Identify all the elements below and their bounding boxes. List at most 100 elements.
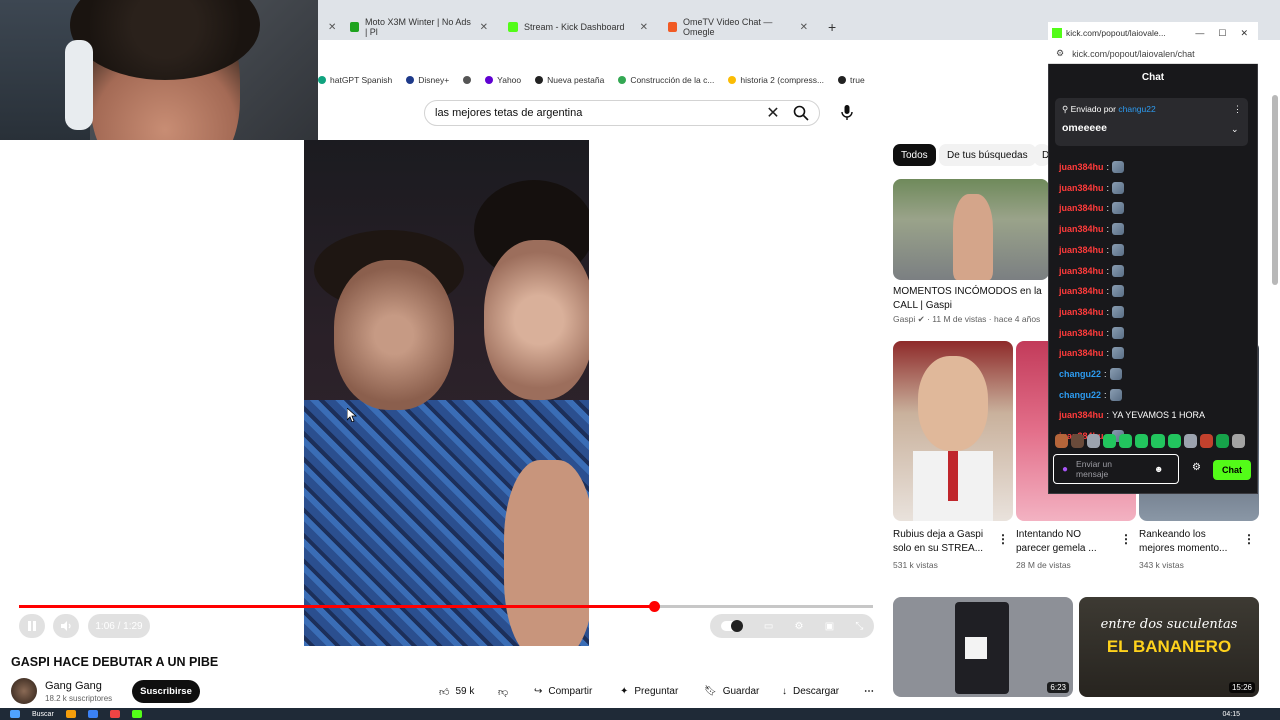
close-icon[interactable]: ✕ xyxy=(640,22,648,33)
channel-avatar[interactable] xyxy=(11,678,37,704)
chat-username[interactable]: juan384hu xyxy=(1059,266,1104,276)
dislike-button[interactable]: 👎︎ xyxy=(492,680,514,703)
subtitles-icon[interactable]: ▭ xyxy=(764,621,773,632)
tab-moto-x3m[interactable]: Moto X3M Winter | No Ads | Pl ✕ xyxy=(340,14,498,40)
chevron-down-icon[interactable]: ⌄ xyxy=(1231,124,1239,135)
recommendation-thumbnail[interactable] xyxy=(893,341,1013,521)
bookmark-item[interactable]: Construcción de la c... xyxy=(618,75,714,85)
fullscreen-icon[interactable]: ⤡ xyxy=(855,621,863,632)
taskbar-search[interactable]: Buscar xyxy=(32,711,54,718)
chip-all[interactable]: Todos xyxy=(893,144,936,166)
chat-username[interactable]: juan384hu xyxy=(1059,410,1104,420)
chat-message: changu22: xyxy=(1059,388,1122,402)
chat-username[interactable]: juan384hu xyxy=(1059,328,1104,338)
share-button[interactable]: ↪ Compartir xyxy=(528,680,598,703)
settings-gear-icon[interactable]: ⚙ xyxy=(795,621,804,632)
chat-settings-gear-icon[interactable]: ⚙ xyxy=(1192,462,1201,473)
download-icon: ↓ xyxy=(782,686,787,697)
chat-username[interactable]: changu22 xyxy=(1059,369,1101,379)
app-icon[interactable] xyxy=(109,710,120,718)
chat-username[interactable]: juan384hu xyxy=(1059,183,1104,193)
chat-username[interactable]: juan384hu xyxy=(1059,203,1104,213)
emote-icon[interactable] xyxy=(1119,434,1133,448)
channel-name[interactable]: Gang Gang xyxy=(45,680,102,692)
emoji-icon[interactable]: ☻ xyxy=(1154,464,1163,474)
bookmark-item[interactable]: Nueva pestaña xyxy=(535,75,604,85)
save-button[interactable]: 🔖︎ Guardar xyxy=(698,680,765,703)
more-vert-icon[interactable]: ⋮ xyxy=(997,532,1009,546)
bookmark-item[interactable]: Disney+ xyxy=(406,75,449,85)
new-tab-button[interactable]: + xyxy=(818,14,842,40)
emote-icon[interactable] xyxy=(1103,434,1117,448)
chat-username[interactable]: juan384hu xyxy=(1059,307,1104,317)
chip-from-searches[interactable]: De tus búsquedas xyxy=(939,144,1036,166)
more-vert-icon[interactable]: ⋮ xyxy=(1243,532,1255,546)
recommendation-title[interactable]: MOMENTOS INCÓMODOS en la CALL | Gaspi xyxy=(893,285,1049,313)
emote-icon[interactable] xyxy=(1215,434,1229,448)
emote-icon[interactable] xyxy=(1183,434,1197,448)
recommendation-thumbnail[interactable]: 6:23 xyxy=(893,597,1073,697)
bookmark-item[interactable] xyxy=(463,76,472,84)
clear-icon[interactable]: ✕ xyxy=(763,103,783,123)
maximize-icon[interactable]: ☐ xyxy=(1218,28,1226,39)
tab-ometv[interactable]: OmeTV Video Chat — Omegle ✕ xyxy=(658,14,818,40)
search-button[interactable] xyxy=(783,101,819,125)
chat-username[interactable]: juan384hu xyxy=(1059,348,1104,358)
more-vert-icon[interactable]: ⋮ xyxy=(1120,532,1132,546)
app-icon[interactable] xyxy=(87,710,98,718)
bookmark-item[interactable]: true xyxy=(838,75,865,85)
search-box[interactable]: las mejores tetas de argentina ✕ xyxy=(424,100,820,126)
recommendation-title[interactable]: Rubius deja a Gaspi solo en su STREA... xyxy=(893,528,993,556)
app-icon[interactable] xyxy=(65,710,76,718)
ask-button[interactable]: ✦ Preguntar xyxy=(614,680,684,703)
minimize-icon[interactable]: — xyxy=(1195,28,1204,39)
emote-icon[interactable] xyxy=(1135,434,1149,448)
recommendation-title[interactable]: Intentando NO parecer gemela ... xyxy=(1016,528,1116,556)
pause-button[interactable] xyxy=(19,614,45,638)
emote-icon[interactable] xyxy=(1151,434,1165,448)
site-settings-icon[interactable]: ⚙ xyxy=(1056,48,1064,59)
tab-kick-dashboard[interactable]: Stream - Kick Dashboard ✕ xyxy=(498,14,658,40)
close-icon[interactable]: ✕ xyxy=(1240,28,1248,39)
chat-send-button[interactable]: Chat xyxy=(1213,460,1251,480)
chat-input[interactable]: ● Enviar un mensaje ☻ xyxy=(1053,454,1179,484)
autoplay-toggle[interactable] xyxy=(720,620,743,632)
chat-username[interactable]: juan384hu xyxy=(1059,286,1104,296)
start-icon[interactable] xyxy=(10,710,20,718)
bookmark-item[interactable]: Yahoo xyxy=(485,75,521,85)
page-scrollbar[interactable] xyxy=(1272,95,1278,285)
recommendation-thumbnail[interactable] xyxy=(893,179,1049,280)
more-vert-icon[interactable]: ⋮ xyxy=(1233,104,1242,115)
tab-close-icon[interactable]: ✕ xyxy=(318,14,340,40)
more-actions-button[interactable]: ⋯ xyxy=(858,680,880,703)
emote-icon[interactable] xyxy=(1071,434,1085,448)
chat-username[interactable]: juan384hu xyxy=(1059,224,1104,234)
bookmark-item[interactable]: hatGPT Spanish xyxy=(318,75,392,85)
thumbs-down-icon: 👎︎ xyxy=(498,686,509,698)
emote-icon[interactable] xyxy=(1167,434,1181,448)
video-frame[interactable] xyxy=(304,140,589,646)
emote-icon[interactable] xyxy=(1055,434,1069,448)
bookmark-item[interactable]: historia 2 (compress... xyxy=(728,75,824,85)
recommendation-title[interactable]: Rankeando los mejores momento... xyxy=(1139,528,1239,556)
miniplayer-icon[interactable]: ▣ xyxy=(825,621,834,632)
like-button[interactable]: 👍︎ 59 k xyxy=(433,680,480,703)
chat-username[interactable]: juan384hu xyxy=(1059,162,1104,172)
recommendation-thumbnail[interactable]: entre dos suculentas EL BANANERO 15:26 xyxy=(1079,597,1259,697)
microphone-icon[interactable]: ● xyxy=(1062,464,1068,475)
chat-username[interactable]: juan384hu xyxy=(1059,245,1104,255)
close-icon[interactable]: ✕ xyxy=(800,22,808,33)
emote-icon[interactable] xyxy=(1231,434,1245,448)
app-icon[interactable] xyxy=(131,710,142,718)
player-right-controls: ▭ ⚙ ▣ ⤡ xyxy=(710,614,874,638)
subscribe-button[interactable]: Suscribirse xyxy=(132,680,200,703)
download-button[interactable]: ↓ Descargar xyxy=(776,680,845,703)
emote-icon[interactable] xyxy=(1087,434,1101,448)
emote-icon[interactable] xyxy=(1199,434,1213,448)
chat-username[interactable]: changu22 xyxy=(1059,390,1101,400)
voice-search-button[interactable] xyxy=(838,103,856,121)
sparkle-icon: ✦ xyxy=(620,686,629,697)
search-input[interactable]: las mejores tetas de argentina xyxy=(435,107,763,119)
volume-button[interactable] xyxy=(53,614,79,638)
close-icon[interactable]: ✕ xyxy=(480,22,488,33)
